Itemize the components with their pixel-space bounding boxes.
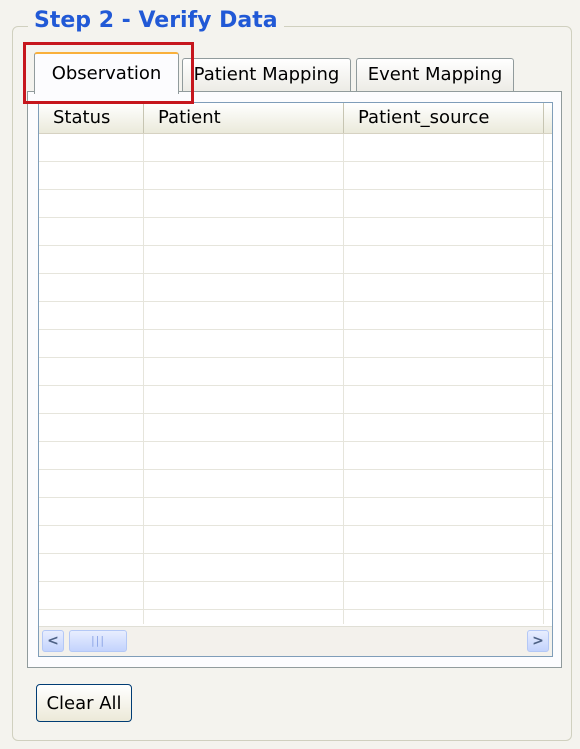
column-divider [543, 134, 544, 624]
table-row[interactable] [39, 526, 552, 554]
table-row[interactable] [39, 330, 552, 358]
table-row[interactable] [39, 470, 552, 498]
tab-event-mapping[interactable]: Event Mapping [356, 58, 514, 92]
table-row[interactable] [39, 190, 552, 218]
column-header-status[interactable]: Status [39, 103, 144, 133]
table-row[interactable] [39, 554, 552, 582]
table-row[interactable] [39, 274, 552, 302]
tab-observation[interactable]: Observation [34, 52, 179, 94]
column-divider [343, 134, 344, 624]
table-row[interactable] [39, 442, 552, 470]
table-row[interactable] [39, 218, 552, 246]
grid-rows [39, 134, 552, 624]
column-header-patient[interactable]: Patient [144, 103, 344, 133]
grid-header: Status Patient Patient_source [39, 103, 552, 134]
table-row[interactable] [39, 386, 552, 414]
table-row[interactable] [39, 358, 552, 386]
clear-all-button[interactable]: Clear All [36, 684, 132, 722]
tab-patient-mapping[interactable]: Patient Mapping [182, 58, 351, 92]
column-divider [143, 134, 144, 624]
table-row[interactable] [39, 162, 552, 190]
scroll-right-icon[interactable]: > [527, 630, 549, 652]
column-header-patient-source[interactable]: Patient_source [344, 103, 544, 133]
scroll-left-icon[interactable]: < [42, 630, 64, 652]
table-row[interactable] [39, 246, 552, 274]
horizontal-scrollbar[interactable]: < ||| > [39, 626, 552, 656]
table-row[interactable] [39, 414, 552, 442]
table-row[interactable] [39, 498, 552, 526]
tab-panel: Status Patient Patient_source < ||| > [27, 91, 562, 668]
group-title: Step 2 - Verify Data [28, 6, 284, 36]
table-row[interactable] [39, 302, 552, 330]
data-grid[interactable]: Status Patient Patient_source < ||| > [38, 102, 553, 657]
scroll-thumb[interactable]: ||| [69, 630, 127, 652]
table-row[interactable] [39, 582, 552, 610]
table-row[interactable] [39, 134, 552, 162]
